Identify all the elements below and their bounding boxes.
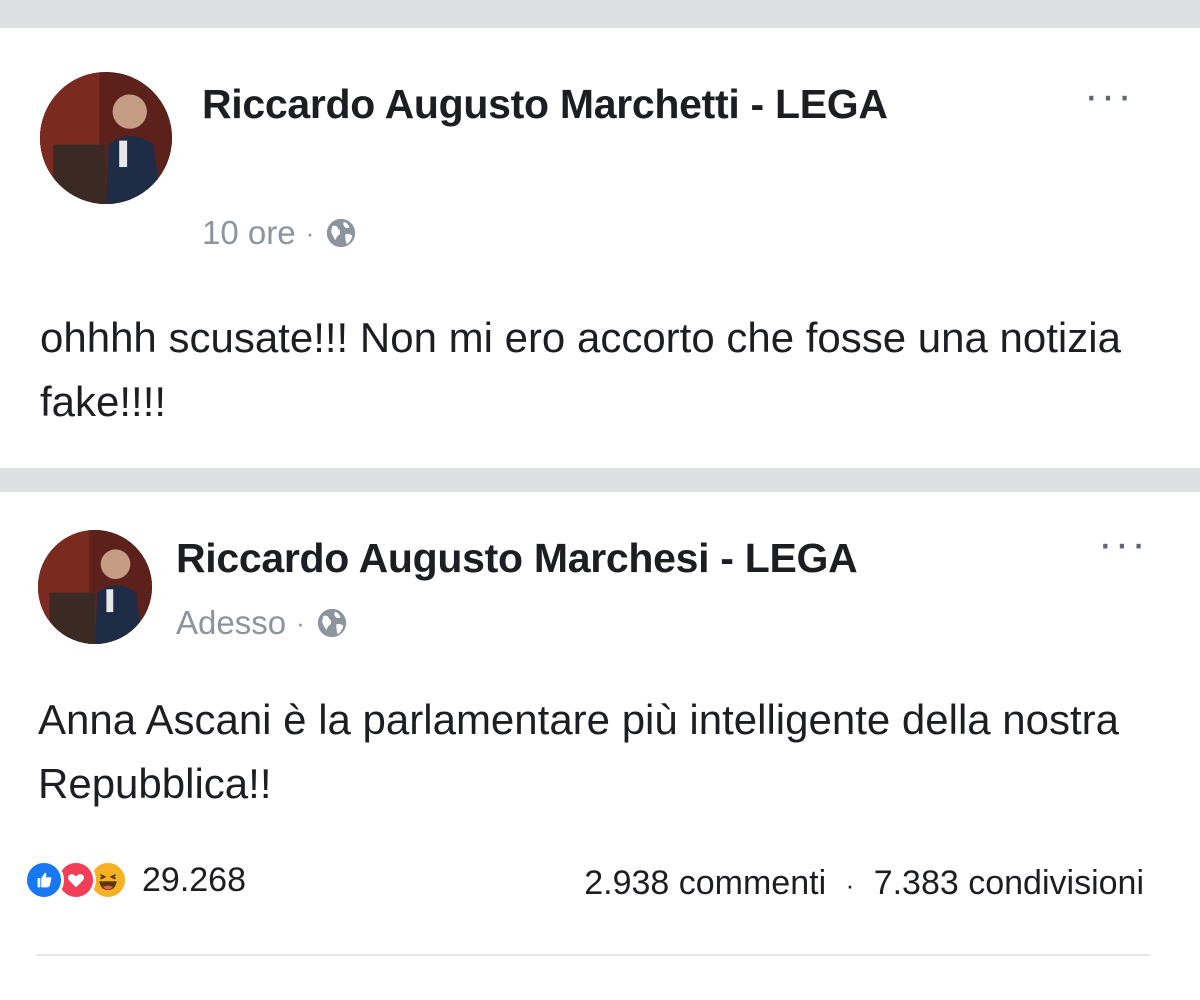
comments-count[interactable]: 2.938 commenti — [584, 864, 826, 902]
meta-separator: · — [305, 217, 315, 248]
more-icon[interactable]: ··· — [1084, 74, 1134, 118]
post-meta: Adesso · — [176, 604, 349, 642]
divider — [36, 954, 1150, 956]
engagement-stats: 2.938 commenti · 7.383 condivisioni — [584, 864, 1144, 903]
post-time[interactable]: Adesso — [176, 604, 286, 642]
like-icon — [24, 860, 64, 900]
post-meta: 10 ore · — [202, 214, 358, 252]
post-time[interactable]: 10 ore — [202, 214, 296, 252]
stats-separator: · — [845, 870, 855, 900]
post-card: Riccardo Augusto Marchetti - LEGA ··· 10… — [0, 28, 1200, 468]
shares-count[interactable]: 7.383 condivisioni — [874, 864, 1144, 902]
globe-icon[interactable] — [324, 216, 358, 250]
globe-icon[interactable] — [315, 606, 349, 640]
avatar[interactable] — [38, 530, 152, 644]
reaction-count[interactable]: 29.268 — [142, 861, 246, 900]
meta-separator: · — [296, 607, 305, 638]
avatar[interactable] — [40, 72, 172, 204]
post-card: Riccardo Augusto Marchesi - LEGA ··· Ade… — [0, 492, 1200, 1000]
post-author[interactable]: Riccardo Augusto Marchetti - LEGA — [202, 76, 962, 132]
post-text: Anna Ascani è la parlamentare più intell… — [38, 696, 1120, 807]
post-text: ohhhh scusate!!! Non mi ero accorto che … — [40, 314, 1121, 425]
more-icon[interactable]: ··· — [1098, 522, 1148, 566]
news-feed: Riccardo Augusto Marchetti - LEGA ··· 10… — [0, 0, 1200, 1000]
post-author[interactable]: Riccardo Augusto Marchesi - LEGA — [176, 530, 1076, 586]
reactions-summary[interactable]: 29.268 — [24, 860, 246, 900]
